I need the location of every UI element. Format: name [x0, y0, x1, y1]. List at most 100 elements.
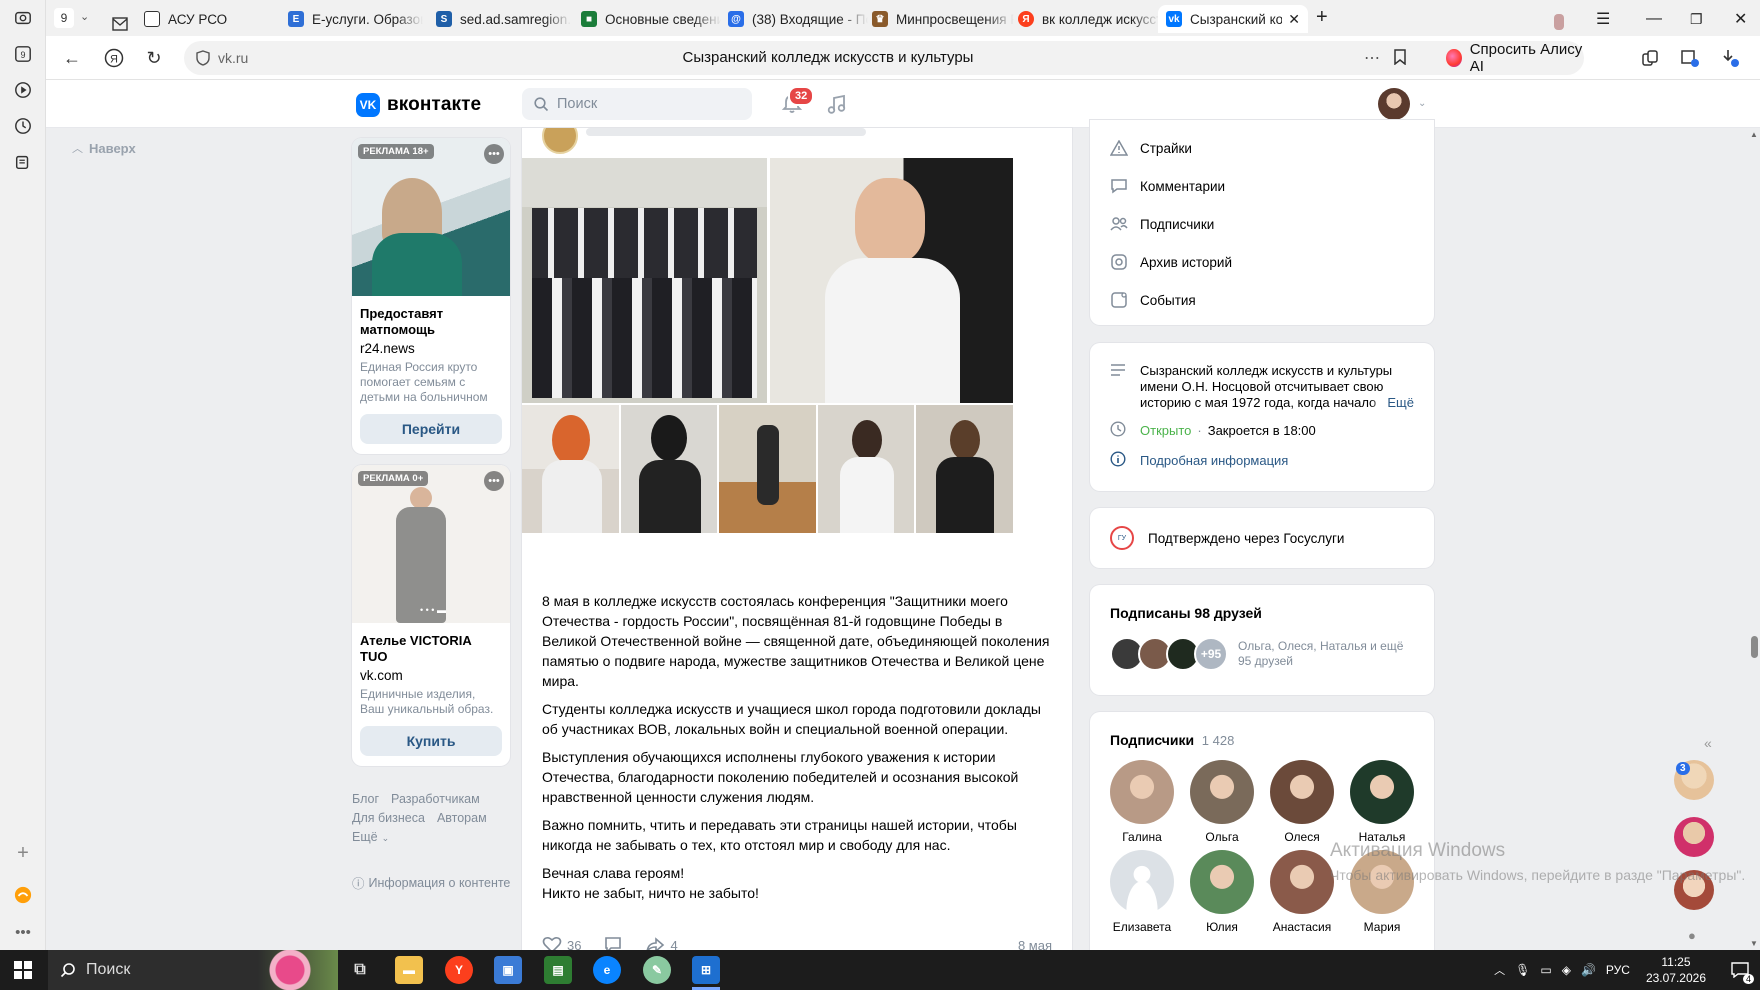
add-panel-icon[interactable]: + — [13, 842, 33, 864]
more-icon[interactable]: ••• — [13, 922, 33, 942]
post-date[interactable]: 8 мая — [1018, 938, 1052, 951]
subscriber-item[interactable]: Ольга — [1182, 760, 1262, 844]
chat-bubble-icon[interactable]: ● — [1688, 928, 1696, 943]
photo-small[interactable] — [916, 405, 1013, 533]
yandex-browser-icon[interactable]: Y — [445, 956, 473, 984]
photo-small[interactable] — [522, 405, 619, 533]
photo-small[interactable] — [719, 405, 816, 533]
menu-icon[interactable]: ☰ — [1596, 5, 1610, 33]
details-link[interactable]: Подробная информация — [1140, 453, 1288, 469]
tab-e-uslugi[interactable]: Е Е-услуги. Образова — [288, 5, 423, 33]
vk-search-input[interactable]: Поиск — [522, 88, 752, 120]
minimize-icon[interactable]: — — [1646, 5, 1662, 33]
content-info-link[interactable]: ⓘ Информация о контенте — [352, 873, 510, 892]
about-more-link[interactable]: Ещё — [1371, 395, 1414, 411]
like-button[interactable]: 36 — [542, 936, 581, 950]
edge-browser-icon[interactable]: e — [593, 956, 621, 984]
ask-alice-button[interactable]: Спросить Алису AI — [1436, 41, 1584, 75]
tab-vk-active[interactable]: vk Сызранский кол ✕ — [1158, 5, 1308, 33]
tab-sed[interactable]: S sed.ad.samregion.ru — [436, 5, 571, 33]
photo-small[interactable] — [818, 405, 914, 533]
close-tab-icon[interactable]: ✕ — [1288, 11, 1300, 28]
photo-small[interactable] — [621, 405, 717, 533]
tab-count-badge[interactable]: 9 — [54, 8, 74, 28]
menu-item-stories-archive[interactable]: Архив историй — [1090, 243, 1434, 281]
back-to-top-link[interactable]: ︿ Наверх — [72, 140, 136, 156]
subscriber-item[interactable]: Мария — [1342, 850, 1422, 934]
windows-start-icon[interactable] — [14, 961, 32, 982]
window-close-icon[interactable]: ✕ — [1734, 5, 1747, 33]
music-icon[interactable] — [826, 93, 848, 118]
photo-speaker[interactable] — [770, 158, 1013, 403]
scroll-up-icon[interactable]: ▲ — [1750, 130, 1758, 139]
friends-card[interactable]: Подписаны 98 друзей +95 Ольга, Олеся, На… — [1090, 585, 1434, 695]
tools-app-icon[interactable]: ✎ — [643, 956, 671, 984]
store-app-icon[interactable]: ⊞ — [692, 956, 720, 984]
subscriber-item[interactable]: Анастасия — [1262, 850, 1342, 934]
ad-card[interactable]: РЕКЛАМА 18+ ••• Предоставят матпомощь r2… — [352, 138, 510, 454]
ad-more-icon[interactable]: ••• — [484, 144, 504, 164]
link-blog[interactable]: Блог — [352, 792, 379, 806]
link-developers[interactable]: Разработчикам — [391, 792, 480, 806]
notification-center-icon[interactable]: 4 — [1720, 950, 1760, 990]
tabs-dropdown-icon[interactable]: ⌄ — [80, 10, 89, 23]
menu-item-comments[interactable]: Комментарии — [1090, 167, 1434, 205]
gosuslugi-verified-card[interactable]: ГУ Подтверждено через Госуслуги — [1090, 508, 1434, 568]
ad-more-icon[interactable]: ••• — [484, 471, 504, 491]
scroll-down-icon[interactable]: ▼ — [1750, 939, 1758, 948]
music-service-icon[interactable] — [13, 885, 33, 905]
vpn-tray-icon[interactable]: ◈ — [1562, 963, 1571, 977]
tab-asu-rso[interactable]: АСУ РСО — [144, 5, 264, 33]
subscriber-item[interactable]: Наталья — [1342, 760, 1422, 844]
tab-yandex-search[interactable]: Я вк колледж искусст — [1018, 5, 1160, 33]
vk-logo[interactable]: VK вконтакте — [356, 93, 481, 117]
more-dots-icon[interactable]: ⋯ — [1364, 48, 1380, 68]
new-tab-icon[interactable]: + — [1316, 3, 1328, 31]
reload-icon[interactable]: ↻ — [144, 48, 164, 68]
display-app-icon[interactable]: ▣ — [494, 956, 522, 984]
menu-item-events[interactable]: События — [1090, 281, 1434, 319]
community-avatar[interactable] — [542, 128, 578, 154]
extensions-icon[interactable] — [1640, 48, 1660, 68]
page-scrollbar[interactable]: ▲ ▼ — [1748, 128, 1760, 950]
back-icon[interactable]: ← — [62, 48, 82, 68]
ad-card[interactable]: РЕКЛАМА 0+ ••• • • • ▬ Ателье VICTORIA T… — [352, 465, 510, 766]
user-profile-icon[interactable] — [1554, 8, 1564, 36]
side-chat-avatar[interactable] — [1674, 817, 1714, 857]
restore-icon[interactable]: ❐ — [1690, 5, 1703, 33]
vpn-icon[interactable] — [1680, 48, 1700, 68]
subscriber-item[interactable]: Елизавета — [1102, 850, 1182, 934]
play-icon[interactable] — [13, 80, 33, 100]
microphone-icon[interactable]: 🎙 — [1515, 963, 1530, 977]
language-indicator[interactable]: РУС — [1606, 963, 1630, 977]
link-more[interactable]: Ещё — [352, 830, 378, 844]
share-button[interactable]: 4 — [645, 936, 678, 950]
user-avatar[interactable] — [1378, 88, 1410, 120]
subscriber-item[interactable]: Олеся — [1262, 760, 1342, 844]
scroll-thumb[interactable] — [1751, 636, 1758, 658]
tray-expand-icon[interactable]: ︿ — [1494, 962, 1505, 978]
subscribers-title[interactable]: Подписчики — [1110, 732, 1194, 748]
collections-icon[interactable] — [13, 152, 33, 172]
screenshot-icon[interactable] — [13, 8, 33, 28]
subscriber-item[interactable]: Юлия — [1182, 850, 1262, 934]
task-view-icon[interactable]: ⧉ — [346, 956, 374, 984]
menu-item-subscribers[interactable]: Подписчики — [1090, 205, 1434, 243]
downloads-icon[interactable] — [1720, 48, 1740, 68]
tab-osnovnye[interactable]: ■ Основные сведени — [581, 5, 721, 33]
mail-icon[interactable] — [112, 10, 128, 38]
volume-icon[interactable]: 🔊 — [1581, 963, 1596, 977]
tab-minpros[interactable]: ♛ Минпросвещения Р — [872, 5, 1014, 33]
subscriber-item[interactable]: Галина — [1102, 760, 1182, 844]
bookmark-icon[interactable] — [1394, 49, 1406, 68]
history-icon[interactable] — [13, 116, 33, 136]
omnibox[interactable]: vk.ru Сызранский колледж искусств и куль… — [184, 41, 1472, 75]
clock[interactable]: 11:25 23.07.2026 — [1646, 954, 1706, 986]
tab-mail[interactable]: @ (38) Входящие - По — [728, 5, 868, 33]
menu-item-strikes[interactable]: Страйки — [1090, 129, 1434, 167]
ad-go-button[interactable]: Перейти — [360, 414, 502, 444]
collapse-panel-icon[interactable]: « — [1704, 735, 1712, 751]
taskbar-search-input[interactable]: Поиск — [48, 950, 338, 990]
comment-button[interactable] — [603, 936, 623, 950]
file-explorer-icon[interactable]: ▬ — [395, 956, 423, 984]
